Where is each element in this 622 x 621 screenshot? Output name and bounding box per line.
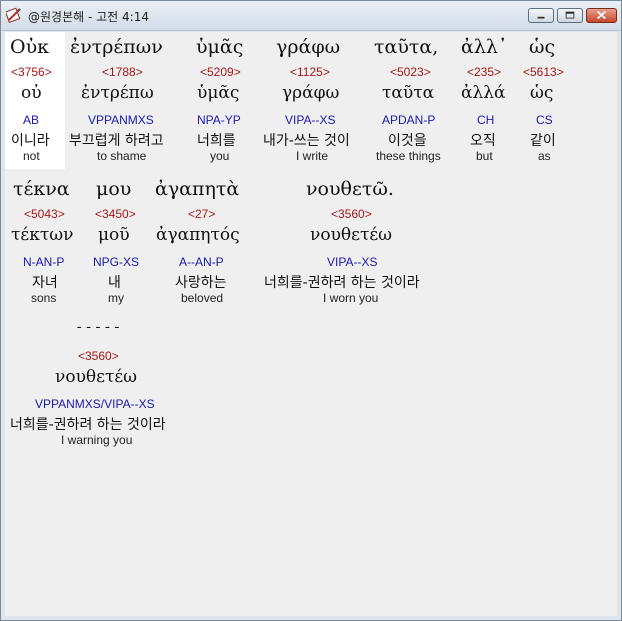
english-gloss: not xyxy=(23,149,40,163)
lemma: ὑμᾶς xyxy=(197,83,240,103)
parsing-code: NPA-YP xyxy=(197,113,241,127)
korean-gloss: 사랑하는 xyxy=(175,275,227,291)
parsing-code: CS xyxy=(536,113,553,127)
english-gloss: I warning you xyxy=(61,433,133,447)
strong-number[interactable]: <5613> xyxy=(523,65,564,79)
korean-gloss: 내 xyxy=(108,275,121,291)
strong-number[interactable]: <3560> xyxy=(78,349,119,363)
lemma: ἀγαπητός xyxy=(156,225,240,245)
parsing-code: NPG-XS xyxy=(93,255,140,269)
parsing-code: VPPANMXS/VIPA--XS xyxy=(35,397,155,411)
lemma: ἐντρέπω xyxy=(81,83,154,103)
korean-gloss: 내가-쓰는 것이 xyxy=(263,133,350,149)
lemma: οὐ xyxy=(21,83,42,103)
minimize-icon xyxy=(537,16,545,19)
english-gloss: I worn you xyxy=(323,291,379,305)
parsing-code: VIPA--XS xyxy=(327,255,378,269)
korean-gloss: 너희를-권하려 하는 것이라 xyxy=(10,417,166,433)
lemma: τέκτων xyxy=(11,225,74,245)
korean-gloss: 너희를-권하려 하는 것이라 xyxy=(264,275,420,291)
title-bar[interactable]: @원경본해 - 고전 4:14 xyxy=(1,1,621,31)
english-gloss: to shame xyxy=(97,149,147,163)
english-gloss: but xyxy=(476,149,493,163)
book-pencil-icon xyxy=(6,7,21,23)
close-button[interactable] xyxy=(586,8,617,23)
english-gloss: I write xyxy=(296,149,329,163)
lemma: ταῦτα xyxy=(382,83,435,103)
english-gloss: these things xyxy=(376,149,441,163)
lemma: ὡς xyxy=(530,83,554,103)
maximize-button[interactable] xyxy=(557,8,583,23)
parsing-code: VPPANMXS xyxy=(88,113,154,127)
greek-word: ὑμᾶς xyxy=(196,36,244,58)
english-gloss: sons xyxy=(31,291,57,305)
strong-number[interactable]: <27> xyxy=(188,207,215,221)
app-window: @원경본해 - 고전 4:14 Οὐκ <3756> οὐ AB 이니라 not… xyxy=(0,0,622,621)
parsing-code: APDAN-P xyxy=(382,113,436,127)
english-gloss: as xyxy=(538,149,551,163)
greek-word: Οὐκ xyxy=(10,36,50,58)
korean-gloss: 오직 xyxy=(470,133,496,149)
lemma: ἀλλά xyxy=(461,83,506,103)
strong-number[interactable]: <5209> xyxy=(200,65,241,79)
greek-word: νουθετῶ. xyxy=(306,178,394,200)
korean-gloss: 이것을 xyxy=(388,133,427,149)
close-icon xyxy=(597,10,606,20)
strong-number[interactable]: <5023> xyxy=(390,65,431,79)
parsing-code: N-AN-P xyxy=(23,255,65,269)
greek-word: ἐντρέπων xyxy=(70,36,163,58)
greek-word: γράφω xyxy=(276,36,341,58)
korean-gloss: 부끄럽게 하려고 xyxy=(69,133,164,149)
english-gloss: my xyxy=(108,291,124,305)
korean-gloss: 이니라 xyxy=(11,133,50,149)
korean-gloss: 같이 xyxy=(530,133,556,149)
lemma: μοῦ xyxy=(98,225,130,245)
parsing-code: CH xyxy=(477,113,495,127)
english-gloss: you xyxy=(210,149,230,163)
strong-number[interactable]: <3450> xyxy=(95,207,136,221)
greek-word: μου xyxy=(96,178,132,200)
strong-number[interactable]: <3560> xyxy=(331,207,372,221)
english-gloss: beloved xyxy=(181,291,224,305)
lemma: νουθετέω xyxy=(310,225,393,245)
parsing-code: VIPA--XS xyxy=(285,113,336,127)
maximize-icon xyxy=(565,11,575,19)
parsing-code: AB xyxy=(23,113,40,127)
strong-number[interactable]: <3756> xyxy=(11,65,52,79)
minimize-button[interactable] xyxy=(528,8,554,23)
lemma: γράφω xyxy=(282,83,340,103)
lemma: νουθετέω xyxy=(55,367,138,387)
strong-number[interactable]: <1788> xyxy=(102,65,143,79)
strong-number[interactable]: <235> xyxy=(467,65,501,79)
omitted-greek-placeholder: ----- xyxy=(75,320,123,336)
greek-word: ὡς xyxy=(529,36,556,58)
korean-gloss: 자녀 xyxy=(32,275,58,291)
greek-word: ἀγαπητὰ xyxy=(155,178,240,200)
greek-word: τέκνα xyxy=(13,178,70,200)
window-title: @원경본해 - 고전 4:14 xyxy=(28,10,149,24)
greek-word: ἀλλ᾽ xyxy=(461,36,508,58)
strong-number[interactable]: <5043> xyxy=(24,207,65,221)
parsing-code: A--AN-P xyxy=(179,255,224,269)
strong-number[interactable]: <1125> xyxy=(290,65,330,79)
korean-gloss: 너희를 xyxy=(197,133,236,149)
greek-word: ταῦτα, xyxy=(374,36,439,58)
